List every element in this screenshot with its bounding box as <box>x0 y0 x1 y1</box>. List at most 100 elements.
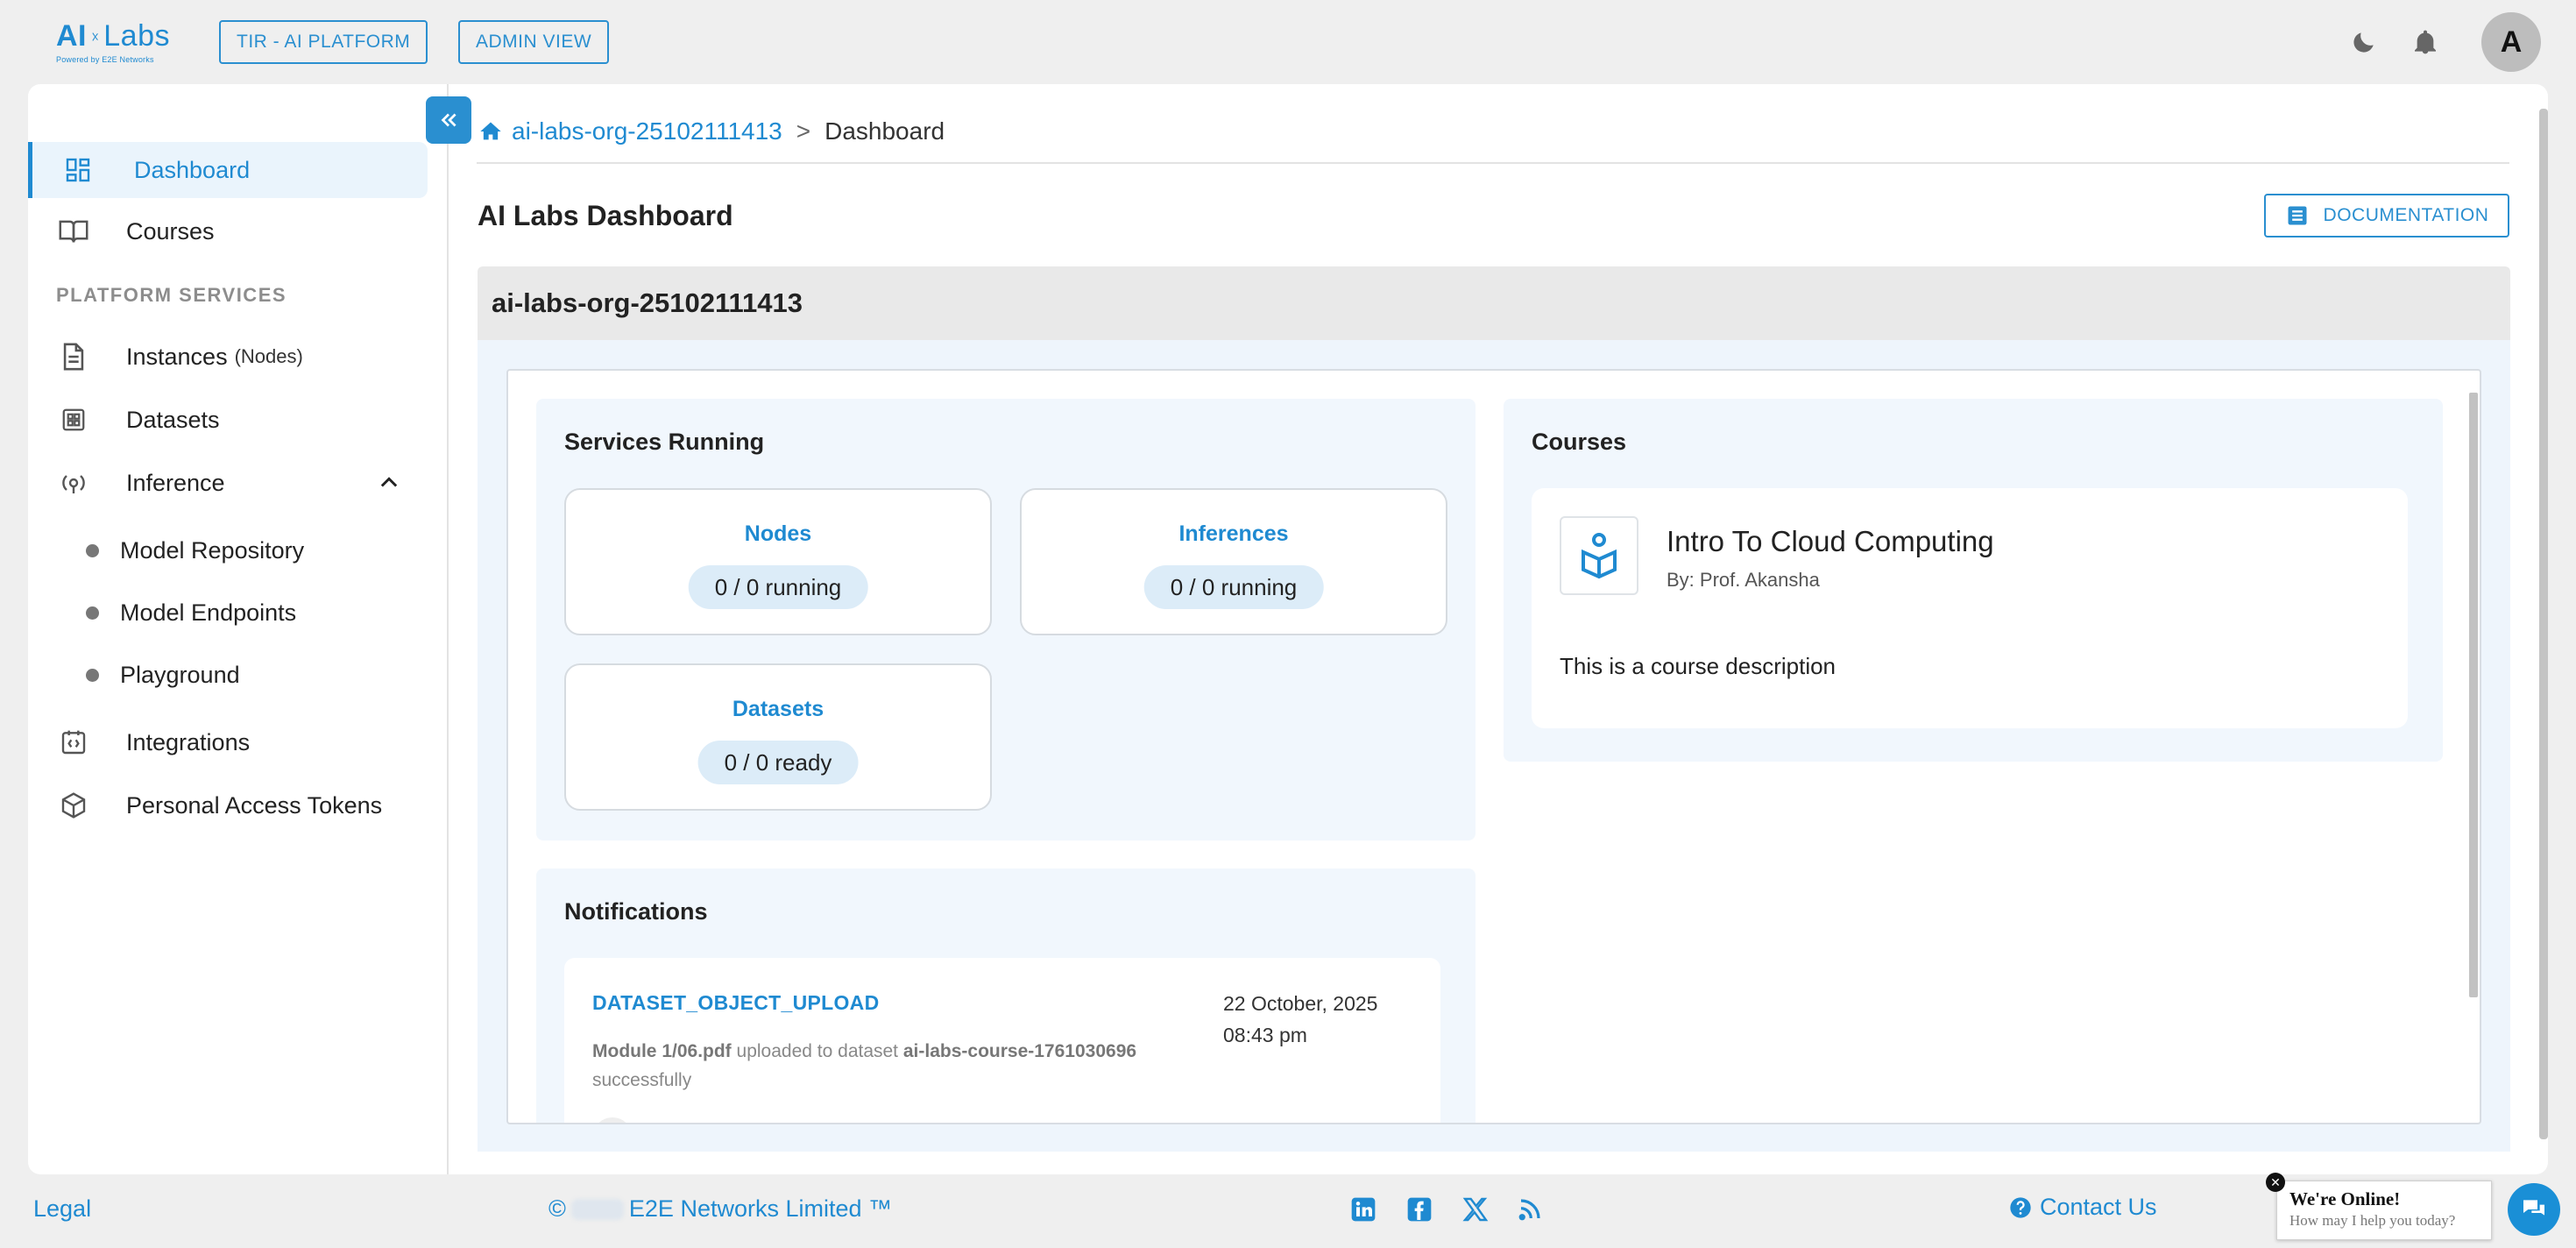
stat-card-datasets[interactable]: Datasets 0 / 0 ready <box>564 663 992 811</box>
course-name: Intro To Cloud Computing <box>1667 525 1994 557</box>
notification-text: uploaded to dataset <box>736 1041 899 1061</box>
notification-avatar <box>592 1117 633 1123</box>
bell-icon[interactable] <box>2408 25 2443 60</box>
sidebar-item-label: Datasets <box>126 406 220 433</box>
courses-title: Courses <box>1532 429 1627 455</box>
platform-services-label: PLATFORM SERVICES <box>56 284 287 306</box>
double-chevron-left-icon <box>441 113 456 127</box>
admin-view-button[interactable]: ADMIN VIEW <box>458 20 610 64</box>
notification-time: 22 October, 2025 08:43 pm <box>1223 992 1378 1046</box>
sidebar-item-label: Dashboard <box>134 156 251 183</box>
sidebar-item-datasets[interactable]: Datasets <box>28 392 428 448</box>
collapse-sidebar-button[interactable] <box>426 96 471 144</box>
sidebar-item-playground[interactable]: Playground <box>86 654 240 696</box>
token-icon <box>56 788 91 823</box>
chat-icon <box>2523 1200 2544 1216</box>
sidebar-item-label: Integrations <box>126 728 251 755</box>
notification-message: Module 1/06.pdf uploaded to dataset ai-l… <box>592 1037 1223 1095</box>
x-icon[interactable] <box>1458 1192 1493 1227</box>
sidebar-item-inference[interactable]: Inference <box>28 455 428 511</box>
sidebar-item-model-repository[interactable]: Model Repository <box>86 529 304 571</box>
sidebar: Dashboard Courses PLATFORM SERVICES Inst… <box>28 84 449 1174</box>
breadcrumb-divider <box>477 162 2509 164</box>
services-running-panel: Services Running Nodes 0 / 0 running Inf… <box>536 399 1476 840</box>
integrations-icon <box>56 725 91 760</box>
copyright: © E2E Networks Limited ™ <box>548 1195 892 1223</box>
book-icon <box>56 214 91 249</box>
chat-close-button[interactable]: ✕ <box>2266 1173 2285 1192</box>
stat-value: 0 / 0 ready <box>697 741 859 784</box>
stat-title: Nodes <box>744 521 812 546</box>
tir-platform-button[interactable]: TIR - AI PLATFORM <box>219 20 428 64</box>
services-running-title: Services Running <box>564 429 765 455</box>
stat-title: Inferences <box>1178 521 1289 546</box>
stat-card-inferences[interactable]: Inferences 0 / 0 running <box>1020 488 1447 635</box>
rss-icon[interactable] <box>1512 1192 1547 1227</box>
breadcrumb-current: Dashboard <box>824 117 945 145</box>
sidebar-item-label: Personal Access Tokens <box>126 791 383 819</box>
chat-bubble-button[interactable] <box>2508 1183 2560 1236</box>
contact-us-label: Contact Us <box>2040 1194 2157 1220</box>
contact-us-link[interactable]: Contact Us <box>2008 1194 2157 1221</box>
user-avatar[interactable]: A <box>2481 12 2541 72</box>
documentation-label: DOCUMENTATION <box>2323 205 2489 225</box>
sidebar-item-courses[interactable]: Courses <box>28 203 428 259</box>
chat-widget-box[interactable]: We're Online! How may I help you today? <box>2276 1181 2492 1240</box>
chat-title: We're Online! <box>2289 1188 2401 1209</box>
breadcrumb: ai-labs-org-25102111413 > Dashboard <box>478 114 945 149</box>
sidebar-item-model-endpoints[interactable]: Model Endpoints <box>86 592 296 634</box>
dashboard-icon <box>60 152 96 188</box>
sidebar-item-dashboard[interactable]: Dashboard <box>28 142 428 198</box>
linkedin-icon[interactable] <box>1346 1192 1381 1227</box>
content-scrollbar[interactable] <box>2469 393 2478 997</box>
notifications-title: Notifications <box>564 898 708 925</box>
bullet-dot <box>86 606 99 620</box>
sidebar-item-integrations[interactable]: Integrations <box>28 714 428 770</box>
page-title: AI Labs Dashboard <box>478 200 733 231</box>
notification-file: Module 1/06.pdf <box>592 1041 732 1061</box>
stat-card-nodes[interactable]: Nodes 0 / 0 running <box>564 488 992 635</box>
page-scrollbar[interactable] <box>2539 109 2548 1139</box>
sidebar-item-label: Courses <box>126 217 215 245</box>
stat-value: 0 / 0 running <box>688 565 868 609</box>
sidebar-subitem-label: Model Repository <box>120 536 305 564</box>
legal-link[interactable]: Legal <box>33 1195 91 1223</box>
help-circle-icon <box>2010 1196 2031 1218</box>
top-bar: AI Labs Powered by E2E Networks TIR - AI… <box>0 0 2576 84</box>
logo-subtitle: Powered by E2E Networks <box>56 55 154 64</box>
dashboard-content-box[interactable]: Services Running Nodes 0 / 0 running Inf… <box>506 369 2481 1124</box>
courses-panel: Courses Intro To Cloud Computing By: Pro… <box>1504 399 2443 762</box>
moon-icon[interactable] <box>2346 25 2381 60</box>
notification-type: DATASET_OBJECT_UPLOAD <box>592 991 880 1014</box>
logo-labs: Labs <box>103 19 170 53</box>
redacted-year <box>570 1198 624 1220</box>
logo-ai: AI <box>56 19 87 53</box>
logo-spark-icon <box>92 32 98 41</box>
grid-icon <box>56 402 91 437</box>
close-icon: ✕ <box>2270 1174 2281 1189</box>
home-icon[interactable] <box>478 119 503 144</box>
document-icon <box>56 339 91 374</box>
chevron-up-icon[interactable] <box>377 471 401 501</box>
sidebar-item-label: Inference <box>126 469 225 496</box>
sidebar-subitem-label: Playground <box>120 661 240 688</box>
breadcrumb-separator: > <box>796 117 811 145</box>
sidebar-item-personal-access-tokens[interactable]: Personal Access Tokens <box>28 777 428 833</box>
facebook-icon[interactable] <box>1402 1192 1437 1227</box>
course-card[interactable]: Intro To Cloud Computing By: Prof. Akans… <box>1532 488 2408 728</box>
course-description: This is a course description <box>1560 653 1836 679</box>
breadcrumb-org-link[interactable]: ai-labs-org-25102111413 <box>512 117 782 145</box>
ai-labs-logo[interactable]: AI Labs Powered by E2E Networks <box>56 19 170 68</box>
sidebar-item-instances[interactable]: Instances (Nodes) <box>28 329 428 385</box>
bullet-dot <box>86 543 99 557</box>
sidebar-subitem-label: Model Endpoints <box>120 599 297 626</box>
notification-item[interactable]: DATASET_OBJECT_UPLOAD 22 October, 2025 0… <box>564 958 1440 1123</box>
sidebar-item-suffix: (Nodes) <box>234 345 303 367</box>
chat-subtitle: How may I help you today? <box>2289 1212 2456 1229</box>
company-name: E2E Networks Limited ™ <box>628 1195 893 1222</box>
course-author: By: Prof. Akansha <box>1667 569 1820 591</box>
documentation-button[interactable]: DOCUMENTATION <box>2264 194 2509 238</box>
copyright-symbol: © <box>548 1195 566 1222</box>
reading-person-icon <box>1582 533 1617 579</box>
org-section-header: ai-labs-org-25102111413 <box>478 266 2510 340</box>
